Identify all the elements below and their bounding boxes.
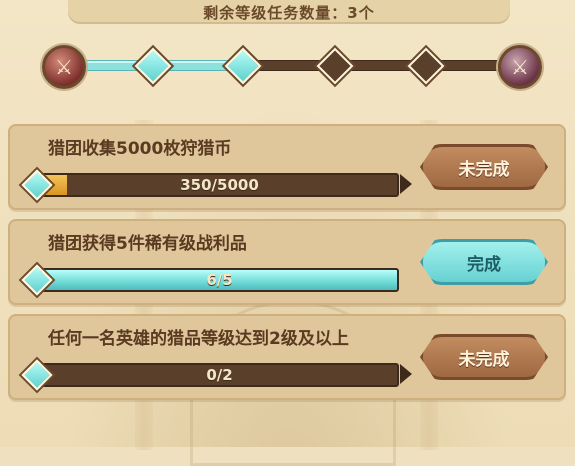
task-card: 猎团获得5件稀有级战利品 6/5 完成 [8,219,566,305]
task-title: 任何一名英雄的猎品等级达到2级及以上 [48,329,349,349]
track-empty-segment [245,60,512,71]
task-card: 任何一名英雄的猎品等级达到2级及以上 0/2 未完成 [8,314,566,400]
progress-bar: 0/2 [40,363,399,387]
crossed-swords-emblem-icon: ⚔ [42,45,86,89]
bar-tip [400,174,412,194]
track-node-4 [407,47,445,85]
task-card: 猎团收集5000枚狩猎币 350/5000 未完成 [8,124,566,210]
progress-text: 0/2 [206,366,233,384]
task-progress: 6/5 [18,264,404,296]
task-status-button[interactable]: 未完成 [420,144,548,190]
level-progress-track: ⚔ ⚔ [0,0,575,120]
progress-text: 350/5000 [180,176,259,194]
crossed-swords-emblem-icon: ⚔ [498,45,542,89]
task-title: 猎团收集5000枚狩猎币 [48,139,232,159]
task-progress: 0/2 [18,359,412,391]
task-progress: 350/5000 [18,169,412,201]
track-node-1 [134,47,172,85]
task-status-button[interactable]: 未完成 [420,334,548,380]
track-node-2 [224,47,262,85]
progress-text: 6/5 [206,271,233,289]
task-title: 猎团获得5件稀有级战利品 [48,234,247,254]
progress-bar: 350/5000 [40,173,399,197]
task-complete-button[interactable]: 完成 [420,239,548,285]
track-node-3 [316,47,354,85]
bar-tip [400,364,412,384]
progress-bar: 6/5 [40,268,399,292]
